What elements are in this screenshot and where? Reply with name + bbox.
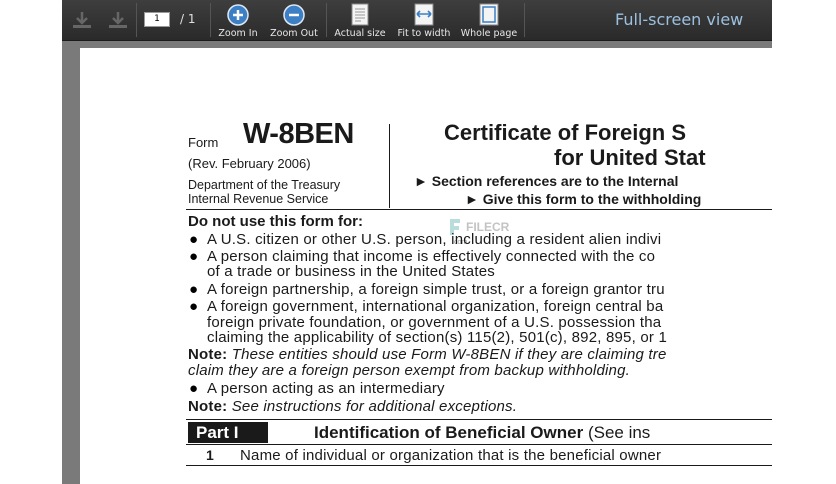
agency-label: Internal Revenue Service	[188, 192, 329, 206]
fit-to-width-label: Fit to width	[397, 28, 451, 39]
bullet-icon: ●	[189, 380, 199, 397]
whole-page-label: Whole page	[460, 28, 518, 39]
actual-size-button[interactable]: Actual size	[330, 0, 390, 40]
whole-page-icon	[477, 3, 501, 27]
whole-page-button[interactable]: Whole page	[458, 0, 520, 40]
save-icon[interactable]	[104, 6, 132, 34]
document-page: Form W-8BEN (Rev. February 2006) Departm…	[80, 48, 772, 484]
exclusion-item-5: A person acting as an intermediary	[207, 380, 445, 397]
arrow-icon: ►	[465, 191, 479, 207]
note-2: Note: See instructions for additional ex…	[188, 398, 518, 415]
line-1-rule	[186, 465, 772, 466]
page-total: / 1	[180, 12, 196, 26]
exclusion-item-4c: claiming the applicability of section(s)…	[207, 329, 667, 346]
exclusion-item-1: A U.S. citizen or other U.S. person, inc…	[207, 231, 662, 248]
header-divider	[389, 124, 390, 208]
do-not-use-heading: Do not use this form for:	[188, 213, 363, 230]
form-title-line2: for United Stat	[554, 145, 706, 170]
exclusion-item-2b: of a trade or business in the United Sta…	[207, 263, 495, 280]
part-rule-top	[186, 419, 772, 420]
page-number-input[interactable]: 1	[144, 12, 170, 27]
zoom-out-button[interactable]: Zoom Out	[266, 0, 322, 40]
bullet-icon: ●	[189, 298, 199, 315]
header-rule	[186, 209, 772, 210]
viewer-toolbar: 1 / 1 Zoom In Zoom Out Actual size Fit t…	[62, 0, 772, 41]
revision-date: (Rev. February 2006)	[188, 156, 311, 171]
line-1-number: 1	[206, 447, 214, 463]
note-1-continued: claim they are a foreign person exempt f…	[188, 362, 630, 379]
zoom-in-button[interactable]: Zoom In	[214, 0, 262, 40]
fit-to-width-button[interactable]: Fit to width	[392, 0, 456, 40]
bullet-icon: ●	[189, 248, 199, 265]
arrow-icon: ►	[414, 173, 428, 189]
form-label: Form	[188, 135, 219, 150]
bullet-icon: ●	[189, 281, 199, 298]
actual-size-label: Actual size	[334, 28, 386, 39]
zoom-out-icon	[282, 3, 306, 27]
exclusion-item-3: A foreign partnership, a foreign simple …	[207, 281, 665, 298]
zoom-in-label: Zoom In	[218, 28, 258, 39]
give-form-note: ► Give this form to the withholding	[465, 191, 702, 207]
part-rule-bottom	[186, 444, 772, 445]
form-number: W-8BEN	[243, 118, 354, 150]
zoom-out-label: Zoom Out	[270, 28, 318, 39]
zoom-in-icon	[226, 3, 250, 27]
actual-size-icon	[348, 3, 372, 27]
section-references-note: ► Section references are to the Internal	[414, 173, 679, 189]
pdf-viewer: 1 / 1 Zoom In Zoom Out Actual size Fit t…	[62, 0, 772, 484]
bullet-icon: ●	[189, 231, 199, 248]
note-1: Note: These entities should use Form W-8…	[188, 346, 667, 363]
line-1-label: Name of individual or organization that …	[240, 447, 662, 464]
form-title-line1: Certificate of Foreign S	[444, 120, 687, 145]
full-screen-view-link[interactable]: Full-screen view	[615, 10, 743, 29]
department-label: Department of the Treasury	[188, 178, 341, 192]
fit-to-width-icon	[412, 3, 436, 27]
exclusion-item-4a: A foreign government, international orga…	[207, 298, 664, 315]
part-title: Identification of Beneficial Owner (See …	[314, 423, 651, 442]
download-icon[interactable]	[68, 6, 96, 34]
part-label: Part I	[196, 423, 239, 442]
